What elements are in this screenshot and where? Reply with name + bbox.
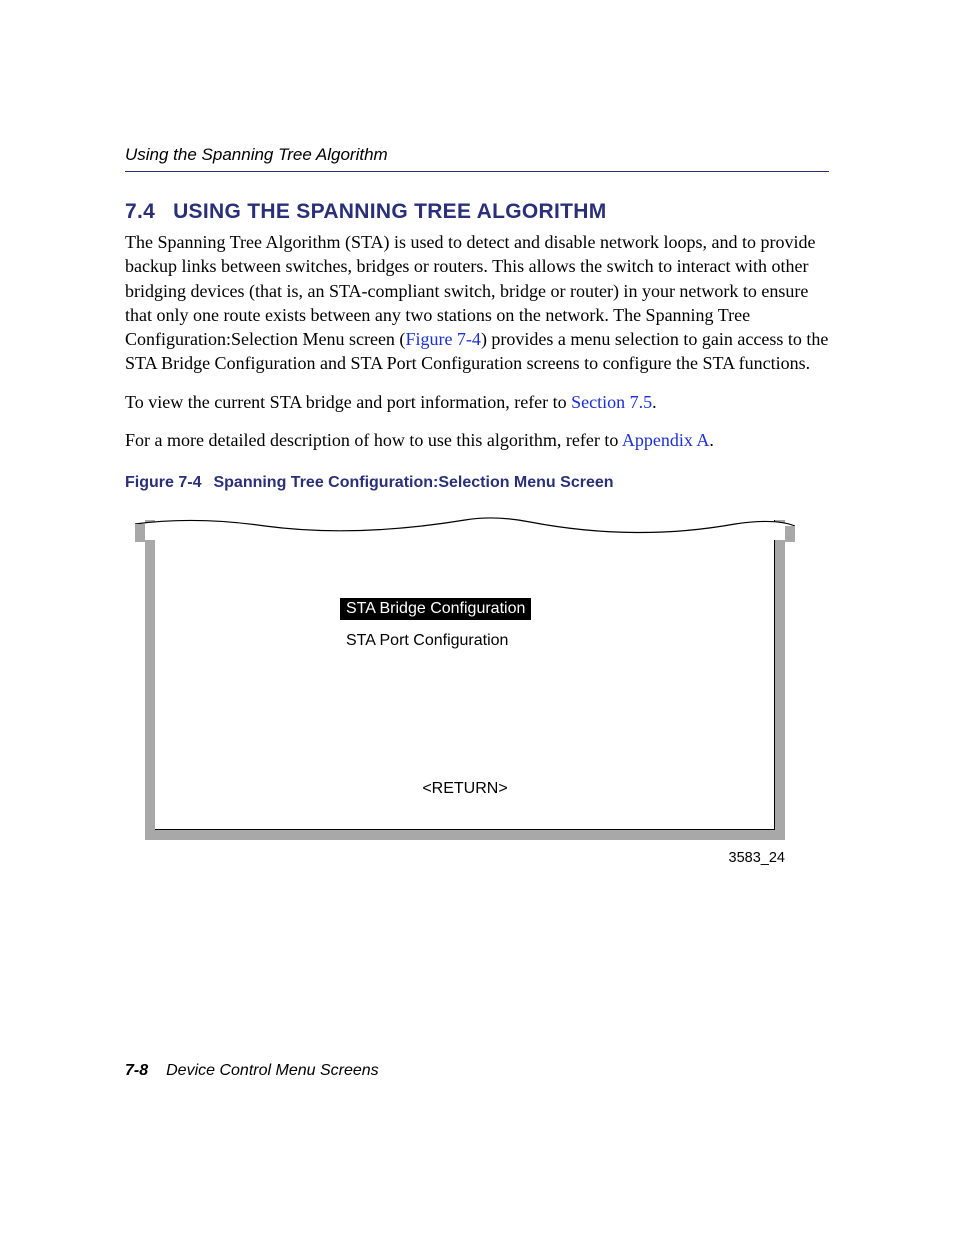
section-number: 7.4 <box>125 200 155 224</box>
menu-item-sta-bridge[interactable]: STA Bridge Configuration <box>340 598 531 620</box>
page-footer: 7-8 Device Control Menu Screens <box>125 1062 379 1080</box>
link-appendix-a[interactable]: Appendix A <box>622 430 710 450</box>
paragraph-1: The Spanning Tree Algorithm (STA) is use… <box>125 230 829 376</box>
link-section-7-5[interactable]: Section 7.5 <box>571 392 652 412</box>
link-figure-7-4[interactable]: Figure 7-4 <box>405 329 481 349</box>
figure-title: Spanning Tree Configuration:Selection Me… <box>213 474 613 491</box>
torn-edge-icon <box>135 512 795 542</box>
paragraph-2: To view the current STA bridge and port … <box>125 390 829 414</box>
figure-caption: Figure 7-4 Spanning Tree Configuration:Se… <box>125 474 829 492</box>
menu-area: STA Bridge Configuration STA Port Config… <box>155 598 775 650</box>
terminal-frame: STA Bridge Configuration STA Port Config… <box>145 520 785 840</box>
p2-text-b: . <box>652 392 657 412</box>
figure-label: Figure 7-4 <box>125 474 201 491</box>
p2-text-a: To view the current STA bridge and port … <box>125 392 571 412</box>
figure-7-4: STA Bridge Configuration STA Port Config… <box>145 520 785 840</box>
figure-id: 3583_24 <box>145 850 785 866</box>
page-number: 7-8 <box>125 1062 148 1079</box>
p3-text-a: For a more detailed description of how t… <box>125 430 622 450</box>
running-header: Using the Spanning Tree Algorithm <box>125 145 829 172</box>
paragraph-3: For a more detailed description of how t… <box>125 428 829 452</box>
p3-text-b: . <box>709 430 714 450</box>
return-label[interactable]: <RETURN> <box>155 780 775 798</box>
menu-item-sta-port[interactable]: STA Port Configuration <box>346 632 775 650</box>
chapter-title: Device Control Menu Screens <box>166 1062 379 1079</box>
section-title: USING THE SPANNING TREE ALGORITHM <box>173 200 606 223</box>
section-heading: 7.4 USING THE SPANNING TREE ALGORITHM <box>125 200 829 224</box>
